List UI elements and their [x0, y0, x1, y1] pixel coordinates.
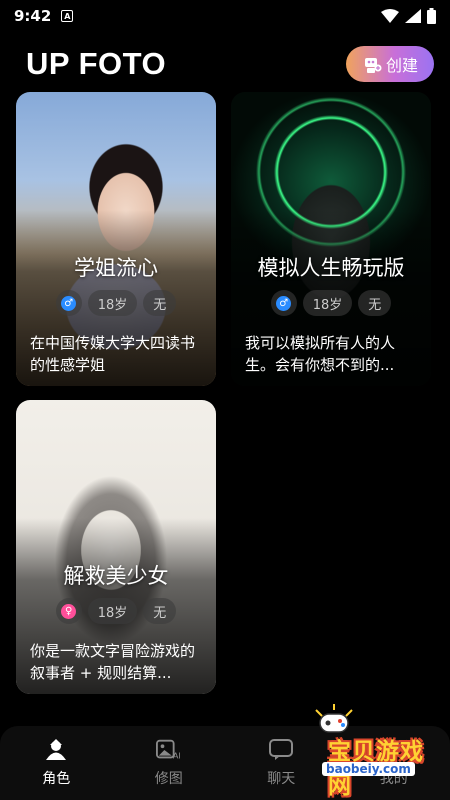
- app-title: UP FOTO: [26, 46, 167, 81]
- robot-icon: [364, 58, 382, 73]
- age-tag: 18岁: [87, 598, 138, 624]
- age-tag: 18岁: [302, 290, 353, 316]
- male-icon: ♂: [55, 290, 82, 316]
- card-tags: ♂ 18岁 无: [231, 290, 431, 316]
- status-tag: 无: [358, 290, 392, 316]
- card-tags: ♀ 18岁 无: [16, 598, 216, 624]
- create-button[interactable]: 创建: [346, 46, 434, 82]
- female-icon: ♀: [55, 598, 82, 624]
- nav-item-photo-edit[interactable]: AI 修图: [113, 726, 226, 800]
- wifi-icon: [381, 9, 399, 23]
- status-tag: 无: [143, 290, 177, 316]
- status-tag: 无: [143, 598, 177, 624]
- card-title: 学姐流心: [74, 256, 158, 280]
- nav-label: 修图: [154, 771, 183, 787]
- character-card[interactable]: 解救美少女 ♀ 18岁 无 你是一款文字冒险游戏的叙事者 + 规则结算...: [16, 400, 216, 694]
- header: UP FOTO 创建: [0, 36, 450, 92]
- status-time: 9:42: [14, 7, 52, 25]
- watermark-logo: 宝贝游戏网 baobeiy.com: [298, 704, 428, 799]
- nav-label: 角色: [42, 771, 71, 787]
- nav-item-character[interactable]: 角色: [0, 726, 113, 800]
- card-description: 你是一款文字冒险游戏的叙事者 + 规则结算...: [30, 642, 196, 682]
- character-card[interactable]: 学姐流心 ♂ 18岁 无 在中国传媒大学大四读书的性感学姐: [16, 92, 216, 386]
- watermark-url: baobeiy.com: [322, 762, 415, 776]
- character-icon: [43, 738, 69, 762]
- age-tag: 18岁: [87, 290, 138, 316]
- card-title: 模拟人生畅玩版: [257, 256, 405, 280]
- status-icons: [381, 8, 436, 24]
- male-icon: ♂: [270, 290, 297, 316]
- ai-photo-icon: AI: [155, 738, 182, 762]
- create-label: 创建: [385, 56, 418, 75]
- nav-label: 聊天: [267, 771, 296, 787]
- chat-icon: [268, 738, 294, 762]
- card-title: 解救美少女: [63, 564, 169, 588]
- card-tags: ♂ 18岁 无: [16, 290, 216, 316]
- character-card[interactable]: 模拟人生畅玩版 ♂ 18岁 无 我可以模拟所有人的人生。会有你想不到的...: [231, 92, 431, 386]
- signal-icon: [405, 9, 421, 23]
- status-bar: 9:42 A: [0, 0, 450, 32]
- notification-icon: A: [61, 10, 74, 22]
- battery-icon: [427, 8, 436, 24]
- card-description: 在中国传媒大学大四读书的性感学姐: [30, 334, 196, 374]
- svg-text:AI: AI: [172, 750, 180, 760]
- card-description: 我可以模拟所有人的人生。会有你想不到的...: [245, 334, 396, 374]
